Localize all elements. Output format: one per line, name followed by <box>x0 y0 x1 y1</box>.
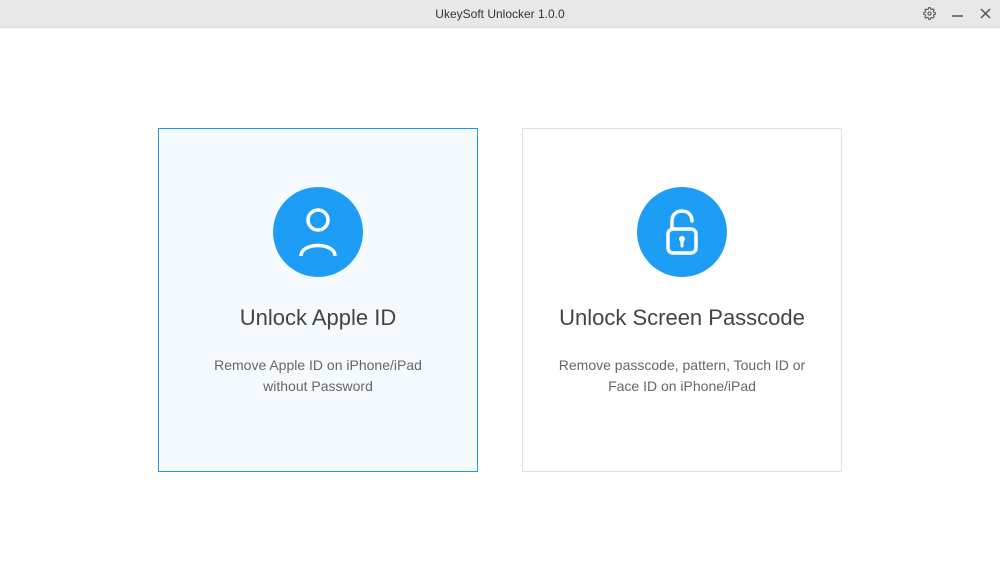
main-content: Unlock Apple ID Remove Apple ID on iPhon… <box>0 28 1000 572</box>
close-icon[interactable] <box>978 7 992 21</box>
titlebar: UkeySoft Unlocker 1.0.0 <box>0 0 1000 28</box>
window-title: UkeySoft Unlocker 1.0.0 <box>435 7 564 21</box>
lock-icon <box>637 187 727 277</box>
card-desc-apple-id: Remove Apple ID on iPhone/iPad without P… <box>183 355 453 397</box>
unlock-screen-passcode-card[interactable]: Unlock Screen Passcode Remove passcode, … <box>522 128 842 472</box>
card-title-passcode: Unlock Screen Passcode <box>559 305 805 331</box>
card-desc-passcode: Remove passcode, pattern, Touch ID or Fa… <box>547 355 817 397</box>
settings-icon[interactable] <box>922 7 936 21</box>
card-title-apple-id: Unlock Apple ID <box>240 305 397 331</box>
minimize-icon[interactable] <box>950 7 964 21</box>
titlebar-controls <box>922 0 992 27</box>
person-icon <box>273 187 363 277</box>
unlock-apple-id-card[interactable]: Unlock Apple ID Remove Apple ID on iPhon… <box>158 128 478 472</box>
